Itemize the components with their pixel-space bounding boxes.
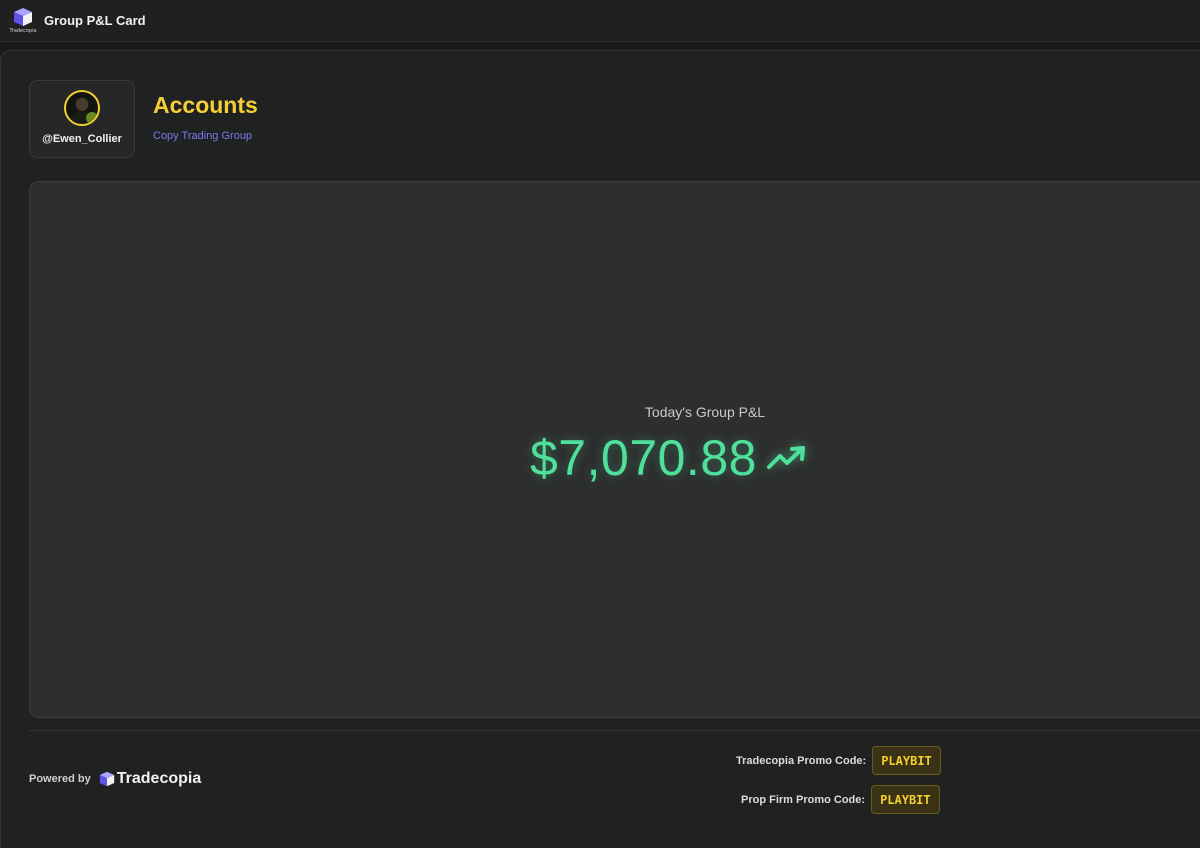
window-title: Group P&L Card: [44, 13, 146, 28]
top-bar: Tradecopia Group P&L Card: [0, 0, 1200, 42]
footer-divider: [29, 730, 1200, 731]
tradecopia-cube-icon: Tradecopia: [9, 7, 37, 35]
brand-name: Tradecopia: [116, 770, 202, 787]
logo-text: Tradecopia: [9, 27, 37, 34]
group-name: Accounts: [153, 92, 258, 118]
tradecopia-cube-icon: [99, 771, 114, 787]
pnl-label: Today's Group P&L: [644, 404, 766, 420]
promo-row-tradecopia: Tradecopia Promo Code: PLAYBIT: [736, 746, 941, 775]
pnl-value: $7,070.88: [530, 430, 757, 486]
promo-code-badge[interactable]: PLAYBIT: [871, 785, 940, 814]
avatar: [64, 90, 100, 126]
username: @Ewen_Collier: [42, 133, 122, 145]
pnl-panel: Today's Group P&L $7,070.88: [29, 181, 1200, 718]
powered-by: Powered by Tradecopia: [29, 770, 201, 788]
promo-code-badge[interactable]: PLAYBIT: [872, 746, 941, 775]
promo-label: Prop Firm Promo Code:: [741, 793, 866, 806]
profile-box: @Ewen_Collier: [29, 80, 135, 158]
trending-up-icon: [766, 446, 805, 469]
pnl-row: $7,070.88: [530, 429, 809, 487]
powered-by-label: Powered by: [29, 773, 91, 785]
promo-label: Tradecopia Promo Code:: [736, 754, 867, 767]
group-type: Copy Trading Group: [153, 130, 253, 142]
promo-row-prop-firm: Prop Firm Promo Code: PLAYBIT: [741, 785, 940, 814]
